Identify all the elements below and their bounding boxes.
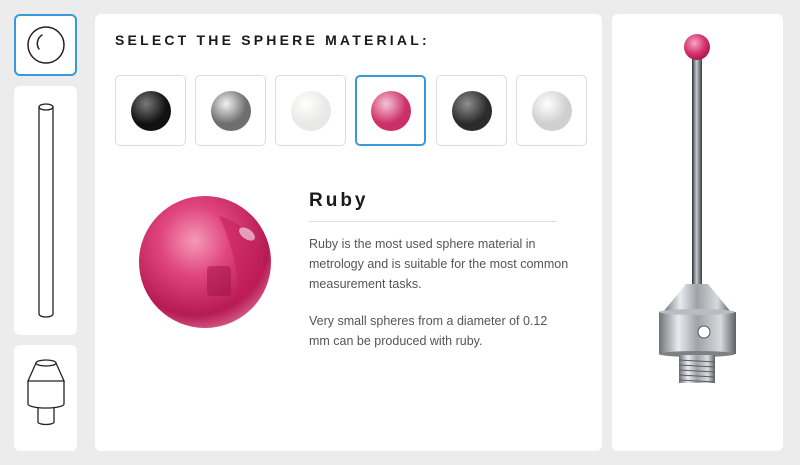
base-tab-button[interactable]	[14, 345, 77, 451]
material-swatch-6[interactable]	[516, 75, 587, 146]
material-swatch-4[interactable]	[355, 75, 426, 146]
material-ball	[210, 90, 251, 131]
material-ball	[531, 90, 572, 131]
base-outline-icon	[26, 359, 65, 426]
material-name: Ruby	[309, 190, 369, 211]
material-size-note: Very small spheres from a diameter of 0.…	[309, 314, 548, 348]
stem-outline-icon	[37, 102, 54, 318]
material-ball	[130, 90, 171, 131]
stem-tab-button[interactable]	[14, 86, 77, 335]
material-swatch-5[interactable]	[436, 75, 507, 146]
material-ball	[290, 90, 331, 131]
material-swatch-2[interactable]	[195, 75, 266, 146]
panel-heading: SELECT THE SPHERE MATERIAL:	[115, 32, 430, 48]
sphere-outline-icon	[26, 26, 65, 64]
title-divider	[309, 221, 557, 222]
material-ball	[451, 90, 492, 131]
material-preview-sphere	[137, 194, 273, 330]
stylus-preview-image	[659, 34, 736, 383]
sphere-tab-button[interactable]	[14, 14, 77, 76]
material-swatch-1[interactable]	[115, 75, 186, 146]
material-swatch-3[interactable]	[275, 75, 346, 146]
material-description: Ruby is the most used sphere material in…	[309, 237, 569, 291]
material-ball	[370, 90, 411, 131]
material-panel: SELECT THE SPHERE MATERIAL: Ruby Ruby is…	[95, 14, 602, 451]
stylus-preview-panel	[612, 14, 783, 451]
